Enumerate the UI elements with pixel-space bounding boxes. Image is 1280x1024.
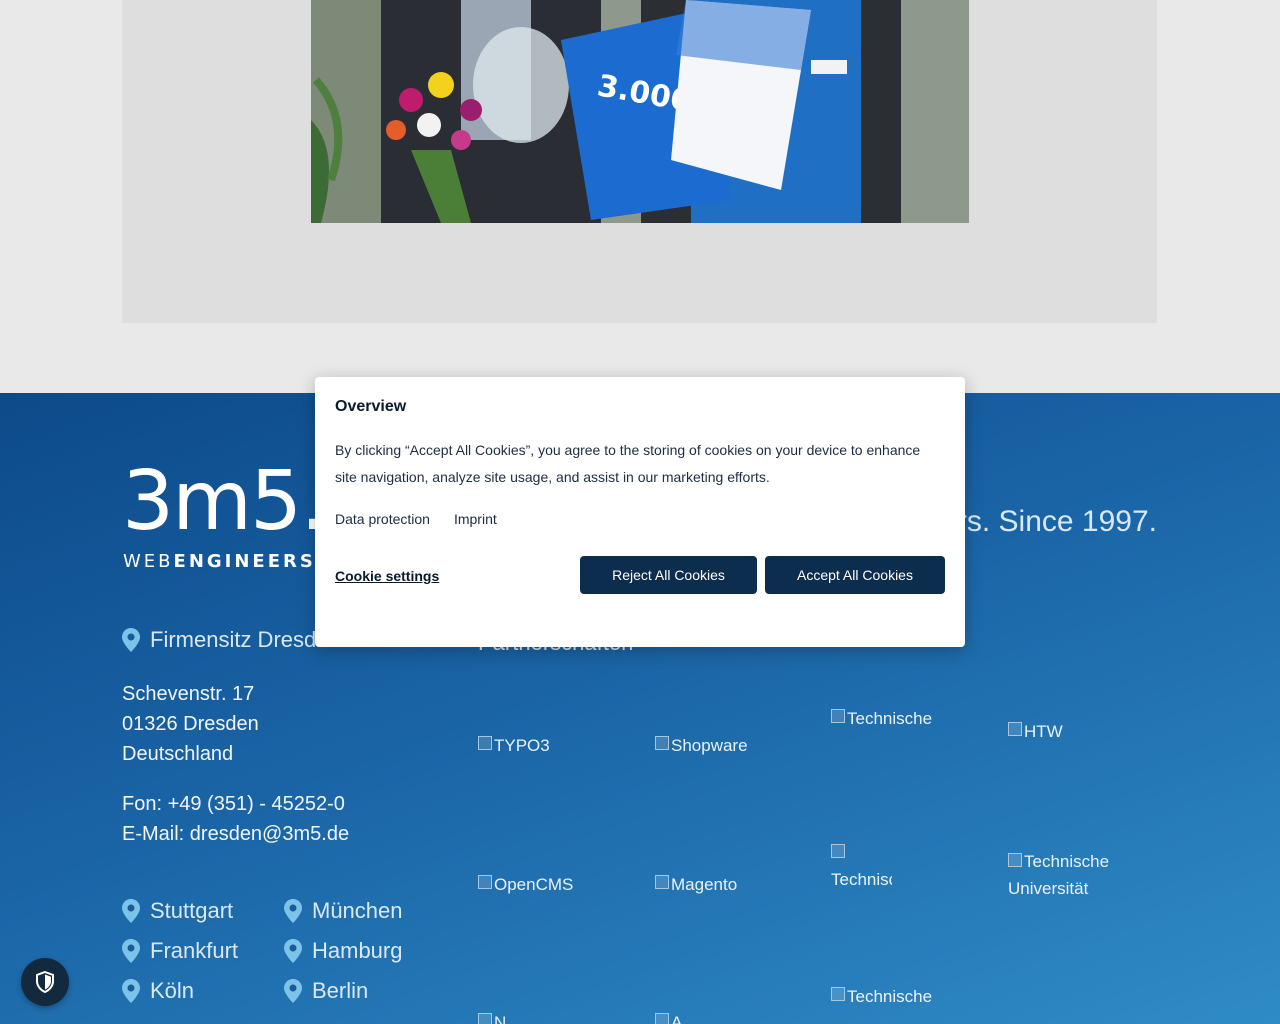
partner-logo-a[interactable]: A [655, 1013, 715, 1024]
map-pin-icon [284, 899, 302, 923]
broken-image-icon [1008, 853, 1022, 867]
location-muenchen[interactable]: München [284, 898, 403, 924]
location-label: Hamburg [312, 938, 403, 963]
data-protection-link[interactable]: Data protection [335, 511, 430, 527]
broken-image-icon [655, 1013, 669, 1024]
partner-logo-tu-2[interactable]: Technische Universi [831, 839, 892, 897]
partner-logo-htw[interactable]: HTW [1008, 722, 1128, 742]
cookie-consent-dialog: Overview By clicking “Accept All Cookies… [315, 377, 965, 647]
broken-image-icon [655, 875, 669, 889]
hq-heading: Firmensitz Dresden [122, 627, 341, 653]
partner-logo-tu-1[interactable]: Technische [831, 709, 991, 729]
logo-sub-light: WEB [123, 551, 174, 571]
broken-image-icon [1008, 722, 1022, 736]
map-pin-icon [122, 628, 140, 652]
broken-image-icon [831, 844, 845, 858]
location-hamburg[interactable]: Hamburg [284, 938, 402, 964]
location-label: München [312, 898, 403, 923]
hq-label: Firmensitz Dresden [150, 627, 341, 652]
award-photo: 3.000 [311, 0, 969, 223]
award-section: 3.000 [0, 0, 1280, 393]
partner-logo-n[interactable]: N [478, 1013, 538, 1024]
location-stuttgart[interactable]: Stuttgart [122, 898, 233, 924]
logo-text: 3m5. [122, 461, 324, 549]
dialog-text: By clicking “Accept All Cookies”, you ag… [335, 442, 921, 485]
partner-logo-shopware[interactable]: Shopware [655, 736, 815, 756]
phone-link[interactable]: Fon: +49 (351) - 45252-0 [122, 789, 349, 819]
email-link[interactable]: E-Mail: dresden@3m5.de [122, 819, 349, 849]
location-label: Frankfurt [150, 938, 239, 963]
broken-image-icon [478, 875, 492, 889]
hq-contact: Fon: +49 (351) - 45252-0 E-Mail: dresden… [122, 789, 349, 849]
map-pin-icon [122, 979, 140, 1003]
location-koeln[interactable]: Köln [122, 978, 194, 1004]
cookie-settings-button[interactable]: Cookie settings [335, 568, 439, 584]
svg-text:WEBENGINEERS: WEBENGINEERS [123, 551, 316, 571]
location-label: Stuttgart [150, 898, 234, 923]
street: Schevenstr. 17 [122, 683, 255, 705]
location-frankfurt[interactable]: Frankfurt [122, 938, 238, 964]
country: Deutschland [122, 743, 234, 765]
partner-logo-tu-4[interactable]: Technische [831, 987, 991, 1007]
broken-image-icon [478, 736, 492, 750]
partner-logo-opencms[interactable]: OpenCMS [478, 875, 638, 895]
map-pin-icon [284, 979, 302, 1003]
location-berlin[interactable]: Berlin [284, 978, 368, 1004]
partner-logo-tu-3[interactable]: Technische Universität [1008, 848, 1138, 902]
imprint-link[interactable]: Imprint [454, 511, 497, 527]
broken-image-icon [831, 987, 845, 1001]
city: 01326 Dresden [122, 713, 259, 735]
hq-address: Schevenstr. 17 01326 Dresden Deutschland [122, 679, 259, 769]
broken-image-icon [478, 1013, 492, 1024]
tagline: rs. Since 1997. [956, 505, 1157, 538]
dialog-title: Overview [335, 398, 407, 415]
broken-image-icon [831, 709, 845, 723]
map-pin-icon [122, 939, 140, 963]
accept-all-cookies-button[interactable]: Accept All Cookies [765, 556, 945, 594]
location-label: Köln [150, 978, 195, 1003]
logo-sub-bold: ENGINEERS [174, 551, 316, 571]
shield-icon [36, 971, 54, 993]
map-pin-icon [284, 939, 302, 963]
partner-logo-typo3[interactable]: TYPO3 [478, 736, 638, 756]
privacy-settings-button[interactable] [21, 958, 69, 1006]
location-label: Berlin [312, 978, 369, 1003]
partner-logo-magento[interactable]: Magento [655, 875, 815, 895]
broken-image-icon [655, 736, 669, 750]
reject-all-cookies-button[interactable]: Reject All Cookies [580, 556, 757, 594]
map-pin-icon [122, 899, 140, 923]
dialog-links: Data protection Imprint [335, 511, 497, 527]
